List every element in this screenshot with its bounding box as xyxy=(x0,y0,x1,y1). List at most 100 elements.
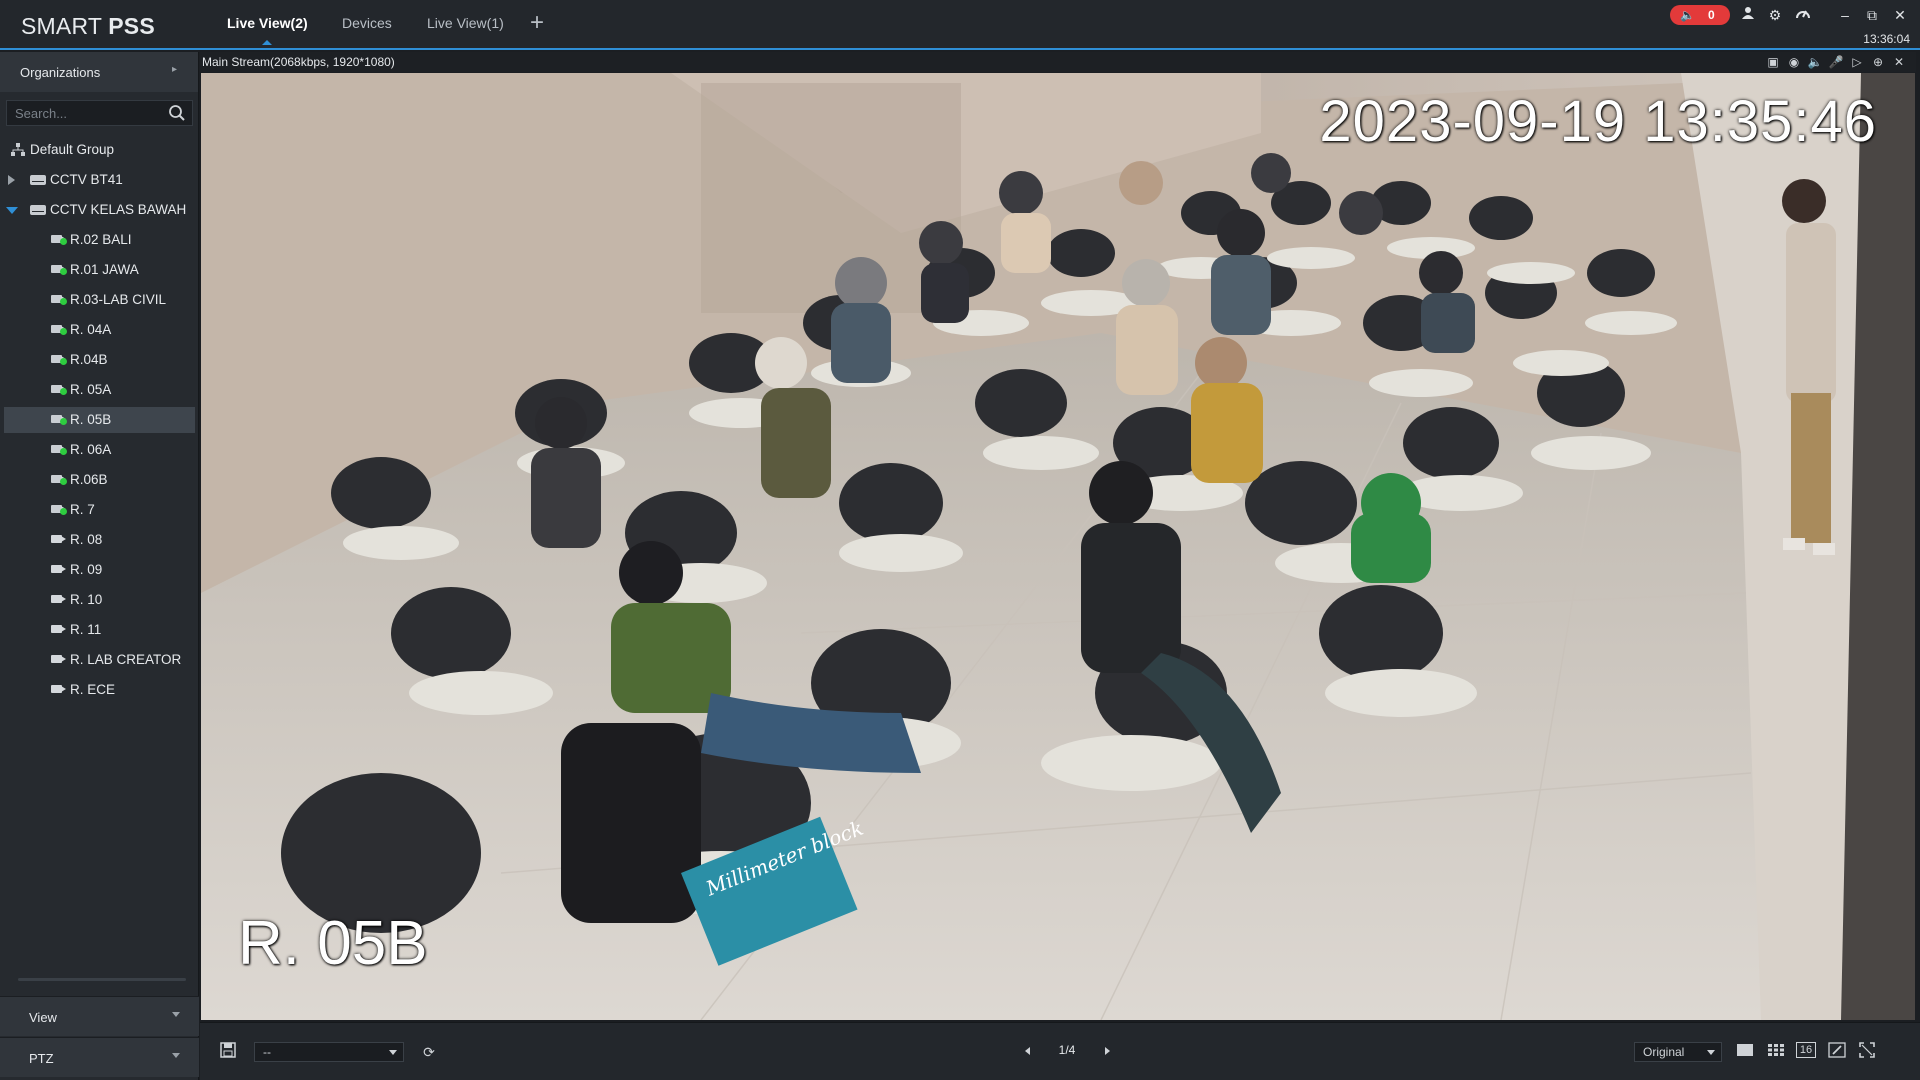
camera-icon xyxy=(51,595,66,603)
aspect-ratio-value: Original xyxy=(1643,1045,1685,1059)
channel-item[interactable]: R.06B xyxy=(0,467,199,493)
channel-item[interactable]: R.04B xyxy=(0,347,199,373)
stream-info-text: Main Stream(2068kbps, 1920*1080) xyxy=(202,55,395,69)
tree-device-cctv-bt41[interactable]: CCTV BT41 xyxy=(0,167,199,193)
chevron-down-icon xyxy=(172,1012,180,1017)
channel-label: R.06B xyxy=(70,472,108,487)
channel-item[interactable]: R. 09 xyxy=(0,557,199,583)
classroom-camera-image: Millimeter block xyxy=(201,73,1915,1020)
view-select[interactable]: -- xyxy=(254,1042,404,1062)
tree-root-default-group[interactable]: Default Group xyxy=(0,137,199,163)
view-panel-label: View xyxy=(29,1010,57,1025)
channel-label: R. 08 xyxy=(70,532,103,547)
channel-label: R. 05A xyxy=(70,382,112,397)
ptz-panel-label: PTZ xyxy=(29,1051,54,1066)
chevron-down-icon xyxy=(1707,1050,1715,1055)
system-clock: 13:36:04 xyxy=(1863,32,1910,46)
performance-icon[interactable] xyxy=(1793,5,1813,25)
camera-icon xyxy=(51,685,66,693)
fullscreen-icon[interactable] xyxy=(1857,1042,1877,1062)
channel-item[interactable]: R. 05B xyxy=(4,407,195,433)
tab-live-view-2[interactable]: Live View(2) xyxy=(227,15,308,45)
channel-item[interactable]: R. ECE xyxy=(0,677,199,703)
channel-item[interactable]: R. 06A xyxy=(0,437,199,463)
close-video-icon[interactable]: ✕ xyxy=(1890,53,1908,71)
organization-icon xyxy=(11,143,25,156)
zoom-icon[interactable]: ⊕ xyxy=(1869,53,1887,71)
camera-icon xyxy=(51,625,66,633)
sidebar: Organizations ▸ Default Group CCTV BT41 … xyxy=(0,52,199,1080)
stream-info-bar: Main Stream(2068kbps, 1920*1080) ▣ ◉ 🔈 🎤… xyxy=(200,52,1916,72)
chevron-down-icon xyxy=(389,1050,397,1055)
organizations-header[interactable]: Organizations ▸ xyxy=(0,52,198,92)
camera-online-icon xyxy=(51,385,67,395)
tree-root-label: Default Group xyxy=(30,142,115,157)
channel-item[interactable]: R. LAB CREATOR xyxy=(0,647,199,673)
layout-16-icon[interactable]: 16 xyxy=(1796,1042,1816,1058)
dvr-icon xyxy=(30,175,46,185)
channel-item[interactable]: R. 05A xyxy=(0,377,199,403)
live-video-feed[interactable]: Millimeter block 2023-09-19 13:35:46 R. … xyxy=(201,73,1915,1020)
channel-item[interactable]: R. 08 xyxy=(0,527,199,553)
playback-icon[interactable]: ▷ xyxy=(1848,53,1866,71)
custom-layout-edit-icon[interactable] xyxy=(1827,1042,1847,1062)
channel-item[interactable]: R. 10 xyxy=(0,587,199,613)
expand-arrow-icon[interactable] xyxy=(8,175,15,185)
snapshot-camera-icon[interactable]: ◉ xyxy=(1785,53,1803,71)
next-page-icon[interactable] xyxy=(1105,1047,1110,1055)
previous-page-icon[interactable] xyxy=(1025,1047,1030,1055)
aspect-ratio-select[interactable]: Original xyxy=(1634,1042,1722,1062)
page-indicator: 1/4 xyxy=(1058,1043,1076,1057)
alarm-badge[interactable]: 🔈 0 xyxy=(1670,5,1730,25)
channel-label: R. ECE xyxy=(70,682,116,697)
microphone-icon[interactable]: 🎤 xyxy=(1827,53,1845,71)
camera-online-icon xyxy=(51,235,67,245)
osd-timestamp: 2023-09-19 13:35:46 xyxy=(1319,89,1877,154)
channel-item[interactable]: R. 11 xyxy=(0,617,199,643)
camera-online-icon xyxy=(51,355,67,365)
channel-label: R.04B xyxy=(70,352,108,367)
channel-label: R. 04A xyxy=(70,322,112,337)
save-view-icon[interactable] xyxy=(218,1042,238,1062)
search-icon[interactable] xyxy=(168,104,186,122)
channel-label: R. 7 xyxy=(70,502,95,517)
sidebar-scrollbar[interactable] xyxy=(18,978,186,981)
camera-icon xyxy=(51,565,66,573)
tab-live-view-1[interactable]: Live View(1) xyxy=(427,15,504,31)
layout-grid-icon[interactable] xyxy=(1766,1042,1786,1062)
channel-item[interactable]: R.01 JAWA xyxy=(0,257,199,283)
channel-label: R. LAB CREATOR xyxy=(70,652,182,667)
channel-item[interactable]: R.02 BALI xyxy=(0,227,199,253)
user-icon[interactable] xyxy=(1738,5,1758,25)
view-panel-header[interactable]: View xyxy=(0,996,199,1036)
camera-online-icon xyxy=(51,325,67,335)
layout-1-icon[interactable] xyxy=(1735,1042,1755,1062)
app-logo: SMART PSS xyxy=(21,13,155,39)
local-record-icon[interactable]: ▣ xyxy=(1764,53,1782,71)
minimize-icon[interactable]: – xyxy=(1835,5,1855,25)
close-icon[interactable]: ✕ xyxy=(1890,5,1910,25)
tree-device-cctv-kelas-bawah[interactable]: CCTV KELAS BAWAH xyxy=(0,197,199,223)
search-input[interactable] xyxy=(15,105,165,121)
channel-label: R. 09 xyxy=(70,562,103,577)
gear-icon[interactable]: ⚙ xyxy=(1765,5,1785,25)
alarm-count: 0 xyxy=(1708,8,1715,22)
chevron-right-icon: ▸ xyxy=(172,64,178,75)
osd-channel-name: R. 05B xyxy=(238,909,428,978)
ptz-panel-header[interactable]: PTZ xyxy=(0,1037,199,1077)
audio-icon[interactable]: 🔈 xyxy=(1806,53,1824,71)
channel-item[interactable]: R. 04A xyxy=(0,317,199,343)
organizations-label: Organizations xyxy=(20,65,101,80)
refresh-icon[interactable]: ⟳ xyxy=(419,1042,439,1062)
channel-label: R. 05B xyxy=(70,412,112,427)
restore-icon[interactable]: ⧉ xyxy=(1862,5,1882,25)
camera-icon xyxy=(51,535,66,543)
collapse-arrow-icon[interactable] xyxy=(6,207,18,214)
camera-online-icon xyxy=(51,295,67,305)
add-tab-icon[interactable]: + xyxy=(530,11,544,35)
title-bar: SMART PSS Live View(2) Devices Live View… xyxy=(0,0,1920,50)
channel-item[interactable]: R.03-LAB CIVIL xyxy=(0,287,199,313)
tab-devices[interactable]: Devices xyxy=(342,15,392,31)
channel-item[interactable]: R. 7 xyxy=(0,497,199,523)
camera-online-icon xyxy=(51,265,67,275)
